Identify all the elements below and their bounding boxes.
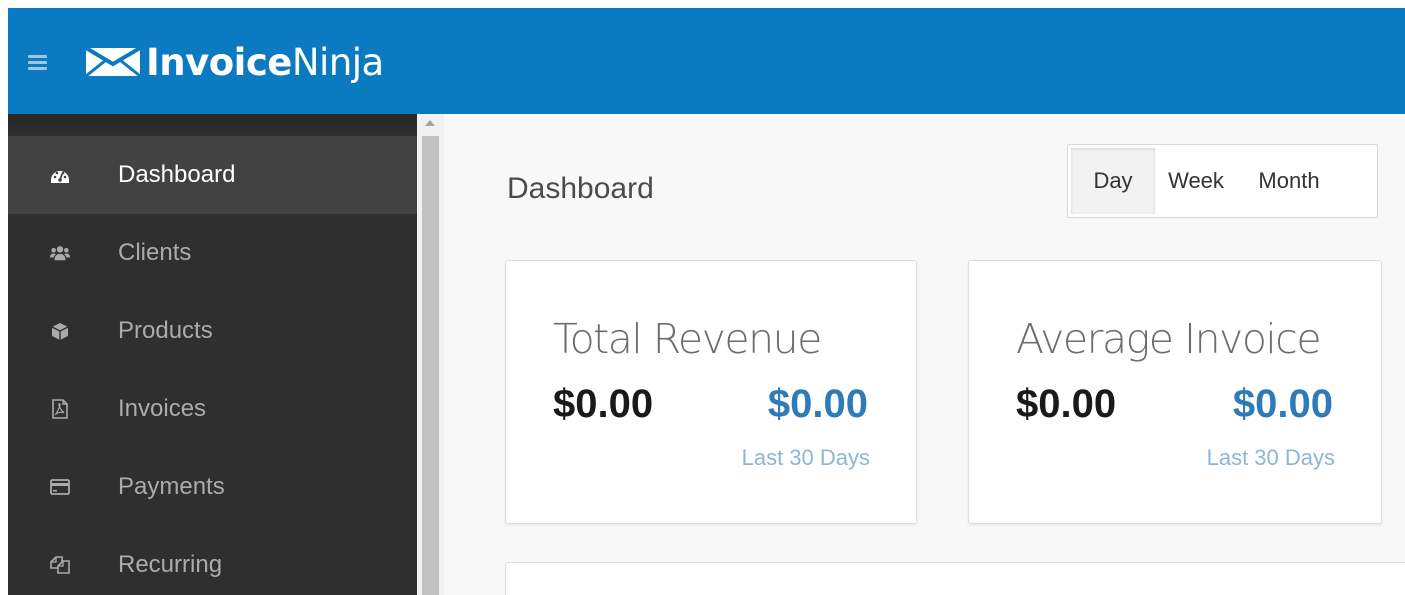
users-icon: [50, 243, 70, 263]
sidebar-item-invoices[interactable]: Invoices: [8, 370, 417, 448]
page-title: Dashboard: [507, 172, 654, 205]
cube-icon: [50, 321, 70, 341]
sidebar-item-dashboard[interactable]: Dashboard: [8, 136, 417, 214]
date-range-toggle: Day Week Month: [1067, 144, 1378, 218]
card-title: Total Revenue: [553, 315, 822, 363]
card-period-value: $0.00: [767, 382, 868, 426]
total-revenue-card: Total Revenue $0.00 $0.00 Last 30 Days: [505, 260, 917, 524]
average-invoice-card: Average Invoice $0.00 $0.00 Last 30 Days: [968, 260, 1382, 524]
sidebar-item-products[interactable]: Products: [8, 292, 417, 370]
range-day-button[interactable]: Day: [1071, 148, 1155, 214]
app-window: InvoiceNinja Dashboard Clients Products …: [8, 8, 1405, 595]
brand-name-bold: Invoice: [146, 40, 292, 84]
sidebar-item-label: Recurring: [118, 551, 223, 578]
scrollbar-thumb[interactable]: [422, 136, 439, 595]
sidebar-item-clients[interactable]: Clients: [8, 214, 417, 292]
range-week-button[interactable]: Week: [1155, 148, 1237, 214]
sidebar-top-shadow: [8, 114, 417, 136]
range-month-button[interactable]: Month: [1237, 148, 1341, 214]
card-period-value: $0.00: [1232, 382, 1333, 426]
sidebar: Dashboard Clients Products Invoices Paym…: [8, 114, 417, 595]
brand-logo[interactable]: InvoiceNinja: [84, 40, 384, 84]
files-icon: [50, 555, 70, 575]
envelope-logo-icon: [84, 46, 142, 78]
sidebar-item-label: Dashboard: [118, 161, 236, 188]
top-navbar: InvoiceNinja: [8, 8, 1405, 114]
sidebar-scrollbar[interactable]: [417, 114, 444, 595]
dashboard-panel: [505, 562, 1405, 595]
sidebar-nav: Dashboard Clients Products Invoices Paym…: [8, 136, 417, 595]
card-period-label: Last 30 Days: [741, 445, 870, 470]
sidebar-item-label: Payments: [118, 473, 225, 500]
card-total-value: $0.00: [1016, 382, 1117, 426]
main-content: Dashboard Day Week Month Total Revenue $…: [444, 114, 1405, 595]
sidebar-item-label: Clients: [118, 239, 192, 266]
brand-name-light: Ninja: [291, 40, 384, 84]
card-period-label: Last 30 Days: [1206, 445, 1335, 470]
credit-card-icon: [50, 477, 70, 497]
brand-name: InvoiceNinja: [146, 41, 384, 84]
sidebar-item-label: Products: [118, 317, 213, 344]
sidebar-item-payments[interactable]: Payments: [8, 448, 417, 526]
sidebar-item-recurring[interactable]: Recurring: [8, 526, 417, 595]
dashboard-icon: [50, 165, 70, 185]
scroll-up-arrow-icon[interactable]: [425, 120, 435, 126]
menu-toggle-icon[interactable]: [28, 55, 47, 70]
sidebar-item-label: Invoices: [118, 395, 207, 422]
card-total-value: $0.00: [553, 382, 654, 426]
card-title: Average Invoice: [1016, 315, 1322, 363]
pdf-file-icon: [50, 399, 70, 419]
